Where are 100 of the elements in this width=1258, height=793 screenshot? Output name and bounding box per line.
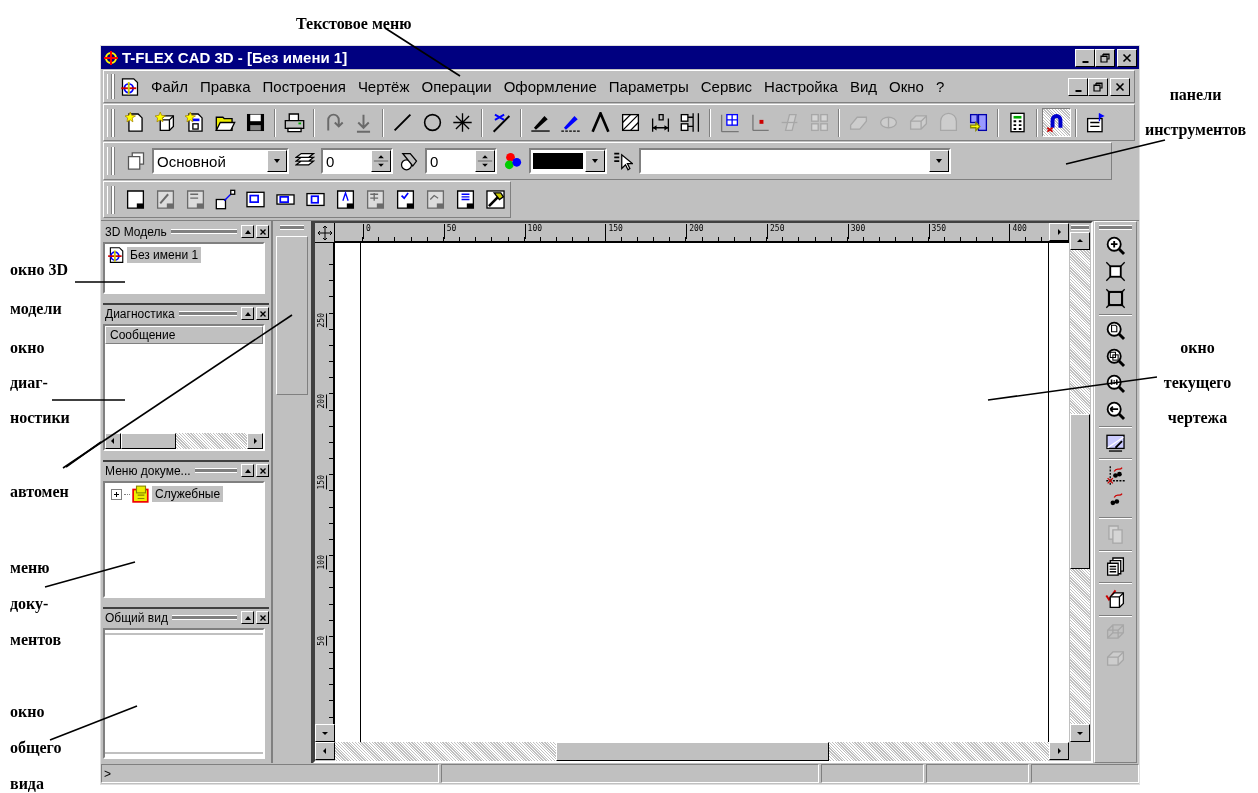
- close-button[interactable]: [1117, 48, 1137, 67]
- color-dropdown[interactable]: [529, 148, 607, 174]
- new-cube-icon: [155, 112, 176, 133]
- minimize-icon: [1081, 60, 1089, 63]
- toolbar-button[interactable]: [1042, 108, 1071, 137]
- document-icon[interactable]: [120, 76, 140, 97]
- sheet-mark-icon: [335, 189, 356, 210]
- annotation-label: инструментов: [1143, 121, 1248, 139]
- annotation-label: вида: [10, 775, 45, 793]
- priority-spinner[interactable]: 0: [425, 148, 497, 174]
- ruler-label: 150: [605, 224, 623, 239]
- menu-item[interactable]: Правка: [193, 78, 257, 95]
- splitter-grip[interactable]: [1071, 225, 1089, 230]
- close-button[interactable]: [256, 225, 269, 238]
- annotation-label: общего: [10, 739, 63, 757]
- model-icon: [107, 246, 125, 264]
- expand-toggle[interactable]: [111, 488, 122, 500]
- annotation-label: текущего: [1162, 374, 1233, 392]
- window-title: T-FLEX CAD 3D - [Без имени 1]: [122, 49, 348, 66]
- move-icon[interactable]: [316, 224, 333, 241]
- level-spinner[interactable]: 0: [321, 148, 393, 174]
- annotation-label: окно: [10, 339, 46, 357]
- maximize-button[interactable]: [241, 225, 254, 238]
- column-header[interactable]: Сообщение: [105, 326, 263, 344]
- ruler-label: 50: [443, 224, 457, 239]
- annotation-label: окно 3D: [10, 261, 69, 279]
- annotation-label: доку-: [10, 595, 50, 613]
- panel-title: Меню докуме...: [104, 463, 191, 478]
- priority-icon: [399, 151, 419, 171]
- annotation-label: ностики: [10, 409, 71, 427]
- zoom-page-icon: [1105, 320, 1126, 342]
- horizontal-scrollbar[interactable]: [105, 433, 263, 449]
- annotation-label: окно: [1179, 339, 1216, 357]
- annotation-label: диаг-: [10, 374, 49, 392]
- menu-item[interactable]: Окно: [883, 78, 930, 95]
- menu-item[interactable]: Оформление: [497, 78, 603, 95]
- restore-button[interactable]: [1088, 77, 1108, 96]
- maximize-button[interactable]: [241, 611, 254, 624]
- menu-item[interactable]: ?: [929, 78, 951, 95]
- close-button[interactable]: [256, 611, 269, 624]
- ruler-label: 300: [847, 224, 866, 239]
- frame-large-icon: [245, 189, 266, 210]
- left-arrow-icon: [321, 747, 329, 755]
- menu-item[interactable]: Файл: [145, 78, 194, 95]
- style-dropdown[interactable]: [639, 148, 951, 174]
- chevron-icon: [590, 112, 611, 133]
- menu-item[interactable]: Вид: [843, 78, 884, 95]
- solid-icon: [938, 112, 959, 133]
- restore-icon: [1100, 52, 1110, 63]
- annotation-label: автомен: [10, 483, 70, 501]
- printer-icon: [284, 112, 305, 133]
- menu-item[interactable]: Сервис: [694, 78, 759, 95]
- new-page-icon: [125, 112, 146, 133]
- toolbar-grip[interactable]: [107, 108, 112, 137]
- fit-frame-icon: [1105, 261, 1126, 283]
- properties-card-icon: [1085, 112, 1106, 133]
- ruler-label: 350: [928, 224, 947, 239]
- minimize-button[interactable]: [1068, 77, 1088, 96]
- annotation-label: Текстовое меню: [296, 15, 413, 33]
- folder-icon: [132, 485, 150, 503]
- sheet-icon: [125, 189, 146, 210]
- pages-icon: [1105, 556, 1126, 578]
- panel-title: 3D Модель: [104, 224, 167, 239]
- toolbar-grip[interactable]: [107, 74, 112, 99]
- ruler-label: 0: [363, 224, 371, 239]
- down-arrow-icon[interactable]: [321, 729, 329, 737]
- maximize-button[interactable]: [241, 464, 254, 477]
- annotation-label: ментов: [10, 631, 63, 649]
- tree-item[interactable]: Служебные: [152, 486, 224, 502]
- circle-icon: [422, 112, 443, 133]
- close-button[interactable]: [256, 307, 269, 320]
- maximize-button[interactable]: [241, 307, 254, 320]
- ruler-label: 200: [686, 224, 704, 239]
- menu-item[interactable]: Операции: [415, 78, 498, 95]
- layer-dropdown[interactable]: Основной: [152, 148, 289, 174]
- menu-item[interactable]: Чертёж: [351, 78, 416, 95]
- plane-icon: [779, 112, 800, 133]
- minimize-button[interactable]: [1075, 48, 1095, 67]
- ruler-label: 250: [767, 224, 785, 239]
- close-button[interactable]: [256, 464, 269, 477]
- sheet-grid-icon: [365, 189, 386, 210]
- close-button[interactable]: [1110, 77, 1130, 96]
- ruler-label: 250: [317, 313, 327, 328]
- tree-item[interactable]: Без имени 1: [127, 247, 202, 263]
- command-prompt: >: [104, 766, 111, 781]
- restore-button[interactable]: [1095, 48, 1115, 67]
- snap-points-icon: [1105, 464, 1126, 486]
- toolbar-grip[interactable]: [107, 185, 112, 214]
- horizontal-scrollbar[interactable]: [315, 742, 1069, 761]
- grid-icon: [719, 112, 740, 133]
- menu-item[interactable]: Построения: [256, 78, 352, 95]
- toolbar-grip[interactable]: [107, 146, 112, 176]
- right-arrow-icon: [1055, 747, 1063, 755]
- menu-item[interactable]: Настройка: [758, 78, 844, 95]
- menu-item[interactable]: Параметры: [602, 78, 695, 95]
- right-arrow-icon[interactable]: [1055, 228, 1063, 236]
- vertical-scrollbar[interactable]: [1069, 223, 1091, 742]
- sheet-list-icon: [455, 189, 476, 210]
- sheet-check-icon: [395, 189, 416, 210]
- restore-icon: [1093, 81, 1103, 92]
